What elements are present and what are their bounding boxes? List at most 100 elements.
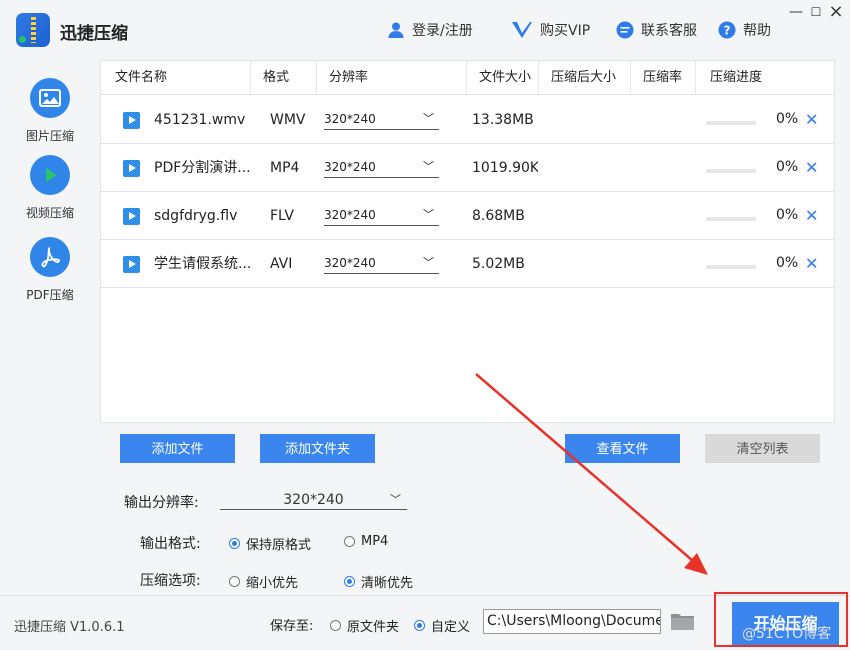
output-resolution-label: 输出分辨率:	[124, 495, 199, 511]
compress-option-label: 压缩选项:	[140, 573, 201, 589]
app-logo-icon	[16, 13, 50, 47]
chevron-down-icon: ﹀	[423, 160, 434, 173]
resolution-value: 320*240	[324, 112, 376, 126]
file-name: 451231.wmv	[154, 112, 246, 128]
help-icon: ?	[717, 20, 737, 40]
header-size: 文件大小	[467, 61, 539, 95]
clear-list-button[interactable]: 清空列表	[705, 434, 820, 463]
svg-text:?: ?	[724, 24, 731, 38]
user-icon	[386, 20, 406, 40]
resolution-select[interactable]: 320*240 ﹀	[324, 110, 439, 130]
help-label: 帮助	[743, 23, 771, 39]
save-custom-radio[interactable]: 自定义	[414, 616, 470, 635]
close-button[interactable]: ×	[826, 2, 846, 22]
sidebar-item-pdf-compress[interactable]: PDF压缩	[0, 237, 100, 303]
app-title: 迅捷压缩	[60, 24, 128, 44]
remove-row-button[interactable]: ✕	[805, 144, 818, 192]
progress-percent: 0%	[776, 255, 799, 271]
compress-clear-label: 清晰优先	[361, 576, 414, 591]
file-format: AVI	[270, 256, 293, 272]
sidebar-item-label: 图片压缩	[25, 129, 74, 143]
table-row[interactable]: PDF分割演讲... MP4 320*240 ﹀ 1019.90KB 0% ✕	[101, 144, 834, 192]
progress-bar	[706, 121, 756, 125]
image-icon	[30, 78, 70, 118]
file-name: 学生请假系统...	[154, 256, 252, 272]
file-name: PDF分割演讲...	[154, 160, 251, 176]
radio-unchecked-icon	[344, 536, 355, 547]
compress-small-radio[interactable]: 缩小优先	[229, 572, 298, 591]
maximize-button[interactable]: ☐	[806, 2, 826, 22]
radio-unchecked-icon	[330, 620, 341, 631]
compress-clear-radio[interactable]: 清晰优先	[344, 572, 413, 591]
file-size: 13.38MB	[472, 112, 534, 128]
folder-icon[interactable]	[670, 611, 695, 631]
header-compressed-size: 压缩后大小	[539, 61, 631, 95]
table-header: 文件名称 格式 分辨率 文件大小 压缩后大小 压缩率 压缩进度	[101, 61, 834, 95]
support-button[interactable]: 联系客服	[615, 20, 697, 40]
radio-checked-icon	[414, 620, 425, 631]
file-format: WMV	[270, 112, 306, 128]
minimize-button[interactable]: —	[786, 2, 806, 22]
save-original-label: 原文件夹	[347, 620, 400, 635]
chevron-down-icon: ﹀	[423, 256, 434, 269]
radio-unchecked-icon	[229, 576, 240, 587]
progress-bar	[706, 169, 756, 173]
video-file-icon	[123, 160, 140, 177]
vip-icon	[510, 20, 534, 40]
save-to-label: 保存至:	[270, 619, 314, 634]
remove-row-button[interactable]: ✕	[805, 96, 818, 144]
remove-row-button[interactable]: ✕	[805, 192, 818, 240]
file-format: FLV	[270, 208, 294, 224]
table-row[interactable]: 451231.wmv WMV 320*240 ﹀ 13.38MB 0% ✕	[101, 96, 834, 144]
format-keep-radio[interactable]: 保持原格式	[229, 534, 311, 553]
header-resolution: 分辨率	[317, 61, 467, 95]
play-icon	[30, 155, 70, 195]
sidebar-item-label: PDF压缩	[26, 288, 74, 302]
buy-vip-button[interactable]: 购买VIP	[510, 20, 590, 40]
login-label: 登录/注册	[412, 23, 473, 39]
header-format: 格式	[251, 61, 317, 95]
watermark-text: @51CTO博客	[742, 626, 832, 642]
resolution-value: 320*240	[324, 208, 376, 222]
table-row[interactable]: 学生请假系统... AVI 320*240 ﹀ 5.02MB 0% ✕	[101, 240, 834, 288]
sidebar-item-video-compress[interactable]: 视频压缩	[0, 155, 100, 221]
chevron-down-icon: ﹀	[423, 112, 434, 125]
video-file-icon	[123, 112, 140, 129]
add-file-button[interactable]: 添加文件	[120, 434, 235, 463]
output-resolution-select[interactable]: 320*240 ﹀	[220, 490, 407, 510]
progress-percent: 0%	[776, 159, 799, 175]
resolution-select[interactable]: 320*240 ﹀	[324, 254, 439, 274]
header-filename: 文件名称	[101, 61, 251, 95]
help-button[interactable]: ? 帮助	[717, 20, 771, 40]
pdf-icon	[30, 237, 70, 277]
output-format-label: 输出格式:	[140, 536, 201, 552]
resolution-select[interactable]: 320*240 ﹀	[324, 158, 439, 178]
save-original-radio[interactable]: 原文件夹	[330, 616, 399, 635]
vip-label: 购买VIP	[540, 23, 591, 39]
resolution-value: 320*240	[324, 256, 376, 270]
save-path-input[interactable]: C:\Users\Mloong\Documents	[483, 609, 661, 634]
video-file-icon	[123, 208, 140, 225]
radio-checked-icon	[344, 576, 355, 587]
add-folder-button[interactable]: 添加文件夹	[260, 434, 375, 463]
radio-checked-icon	[229, 538, 240, 549]
file-name: sdgfdryg.flv	[154, 208, 238, 224]
chat-icon	[615, 20, 635, 40]
view-files-button[interactable]: 查看文件	[565, 434, 680, 463]
compress-small-label: 缩小优先	[246, 576, 299, 591]
file-size: 1019.90KB	[472, 160, 538, 176]
file-size: 5.02MB	[472, 256, 525, 272]
chevron-down-icon: ﹀	[423, 208, 434, 221]
support-label: 联系客服	[641, 23, 697, 39]
resolution-value: 320*240	[324, 160, 376, 174]
resolution-select[interactable]: 320*240 ﹀	[324, 206, 439, 226]
progress-bar	[706, 217, 756, 221]
login-button[interactable]: 登录/注册	[386, 20, 473, 40]
sidebar: 图片压缩 视频压缩 PDF压缩	[0, 60, 100, 595]
table-row[interactable]: sdgfdryg.flv FLV 320*240 ﹀ 8.68MB 0% ✕	[101, 192, 834, 240]
format-mp4-radio[interactable]: MP4	[344, 534, 388, 549]
sidebar-item-image-compress[interactable]: 图片压缩	[0, 78, 100, 144]
file-size: 8.68MB	[472, 208, 525, 224]
video-file-icon	[123, 256, 140, 273]
remove-row-button[interactable]: ✕	[805, 240, 818, 288]
